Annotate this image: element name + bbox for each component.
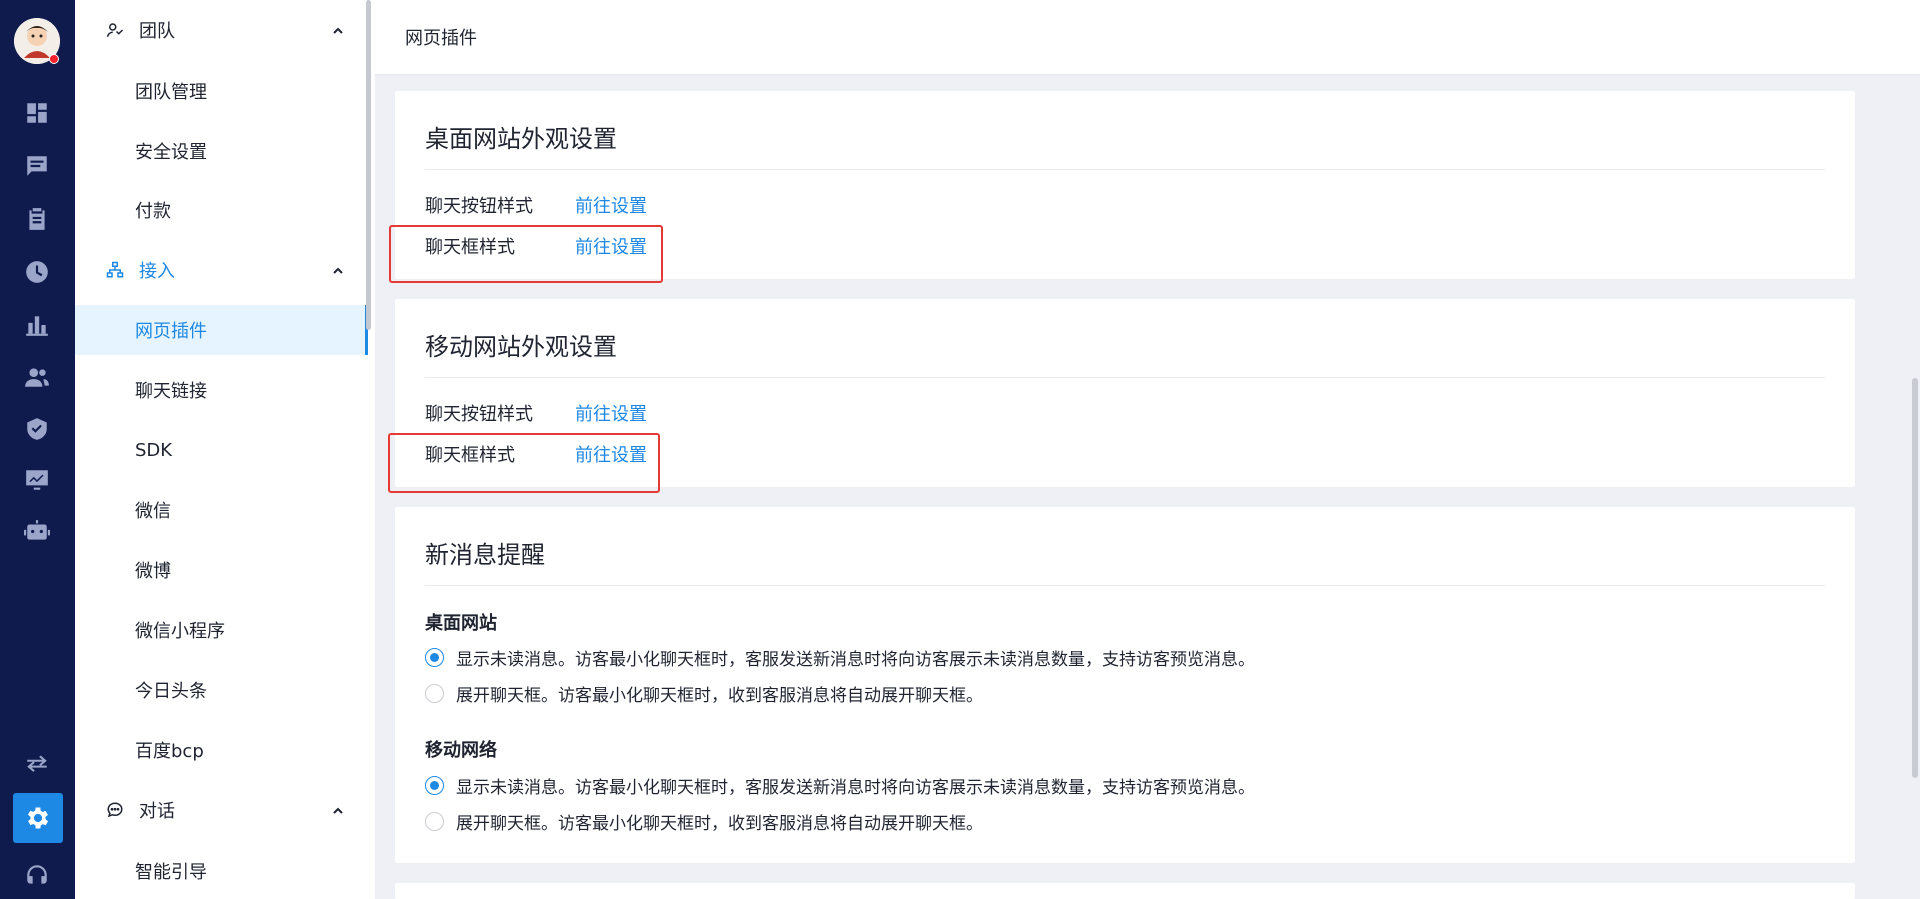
page-header: 网页插件 — [375, 0, 1920, 74]
shield-icon[interactable] — [22, 414, 52, 444]
nav-item-sdk[interactable]: SDK — [75, 425, 368, 475]
nav-group-dialog[interactable]: 对话 — [75, 780, 375, 840]
headset-icon[interactable] — [22, 860, 52, 890]
nav-item-payment[interactable]: 付款 — [75, 185, 368, 235]
radio-option[interactable]: 展开聊天框。访客最小化聊天框时，收到客服消息将自动展开聊天框。 — [425, 808, 983, 834]
clipboard-icon[interactable] — [22, 204, 52, 234]
nav-item-wechat[interactable]: 微信 — [75, 485, 368, 535]
nav-group-label: 接入 — [139, 261, 175, 282]
highlight-box — [388, 433, 660, 493]
radio-option[interactable]: 显示未读消息。访客最小化聊天框时，客服发送新消息时将向访客展示未读消息数量，支持… — [425, 772, 1255, 798]
nav-item-web-plugin[interactable]: 网页插件 — [75, 305, 368, 355]
nav-item-wechat-miniprogram[interactable]: 微信小程序 — [75, 605, 368, 655]
new-message-card: 新消息提醒 桌面网站 显示未读消息。访客最小化聊天框时，客服发送新消息时将向访客… — [395, 507, 1855, 863]
dashboard-icon[interactable] — [22, 98, 52, 128]
settings-nav: 团队 团队管理 安全设置 付款 接入 网页插件 聊天链接 SDK 微信 微博 微… — [75, 0, 375, 899]
goto-settings-link[interactable]: 前往设置 — [575, 400, 647, 426]
radio-button[interactable] — [425, 811, 444, 831]
divider — [425, 377, 1825, 378]
chevron-up-icon — [331, 262, 345, 276]
nav-item-security-settings[interactable]: 安全设置 — [75, 126, 368, 176]
transfer-icon[interactable] — [22, 749, 52, 779]
card-title: 新消息提醒 — [425, 541, 545, 569]
nav-scrollbar[interactable] — [366, 0, 371, 330]
section-title: 桌面网站 — [425, 613, 497, 634]
goto-settings-link[interactable]: 前往设置 — [575, 192, 647, 218]
radio-option[interactable]: 显示未读消息。访客最小化聊天框时，客服发送新消息时将向访客展示未读消息数量，支持… — [425, 644, 1255, 670]
nav-group-access[interactable]: 接入 — [75, 240, 375, 300]
card-title: 桌面网站外观设置 — [425, 125, 617, 153]
page-title: 网页插件 — [405, 28, 477, 49]
nav-group-label: 团队 — [139, 21, 175, 42]
main-scrollbar[interactable] — [1912, 378, 1918, 778]
monitor-chart-icon[interactable] — [22, 465, 52, 495]
nav-group-label: 对话 — [139, 801, 175, 822]
clock-icon[interactable] — [22, 257, 52, 287]
nav-item-baidu-bcp[interactable]: 百度bcp — [75, 725, 368, 775]
section-title: 移动网络 — [425, 740, 497, 761]
card-title: 移动网站外观设置 — [425, 333, 617, 361]
nav-group-team[interactable]: 团队 — [75, 0, 375, 60]
nav-item-chat-link[interactable]: 聊天链接 — [75, 365, 368, 415]
radio-label: 展开聊天框。访客最小化聊天框时，收到客服消息将自动展开聊天框。 — [456, 813, 983, 834]
setting-label: 聊天按钮样式 — [425, 196, 533, 217]
setting-row: 聊天按钮样式 前往设置 — [425, 191, 647, 219]
nav-item-toutiao[interactable]: 今日头条 — [75, 665, 368, 715]
setting-label: 聊天按钮样式 — [425, 404, 533, 425]
setting-row: 聊天按钮样式 前往设置 — [425, 399, 647, 427]
radio-option[interactable]: 展开聊天框。访客最小化聊天框时，收到客服消息将自动展开聊天框。 — [425, 680, 983, 706]
robot-icon[interactable] — [22, 516, 52, 546]
divider — [425, 585, 1825, 586]
gear-icon[interactable] — [13, 793, 63, 843]
divider — [425, 169, 1825, 170]
radio-button[interactable] — [425, 775, 444, 795]
radio-label: 展开聊天框。访客最小化聊天框时，收到客服消息将自动展开聊天框。 — [456, 685, 983, 706]
status-dot — [49, 54, 59, 64]
radio-label: 显示未读消息。访客最小化聊天框时，客服发送新消息时将向访客展示未读消息数量，支持… — [456, 649, 1255, 670]
nav-item-smart-guide[interactable]: 智能引导 — [75, 846, 368, 896]
highlight-box — [389, 225, 663, 283]
icon-rail — [0, 0, 75, 899]
radio-label: 显示未读消息。访客最小化聊天框时，客服发送新消息时将向访客展示未读消息数量，支持… — [456, 777, 1255, 798]
nav-item-weibo[interactable]: 微博 — [75, 545, 368, 595]
chevron-up-icon — [331, 22, 345, 36]
chevron-up-icon — [331, 802, 345, 816]
team-icon — [105, 20, 125, 40]
nav-item-team-management[interactable]: 团队管理 — [75, 66, 368, 116]
radio-button[interactable] — [425, 647, 444, 667]
sitemap-icon — [105, 260, 125, 280]
chat-bubble-icon — [105, 800, 125, 820]
bar-chart-icon[interactable] — [22, 310, 52, 340]
chat-icon[interactable] — [22, 151, 52, 181]
radio-button[interactable] — [425, 683, 444, 703]
next-card — [395, 883, 1855, 899]
people-icon[interactable] — [22, 362, 52, 392]
